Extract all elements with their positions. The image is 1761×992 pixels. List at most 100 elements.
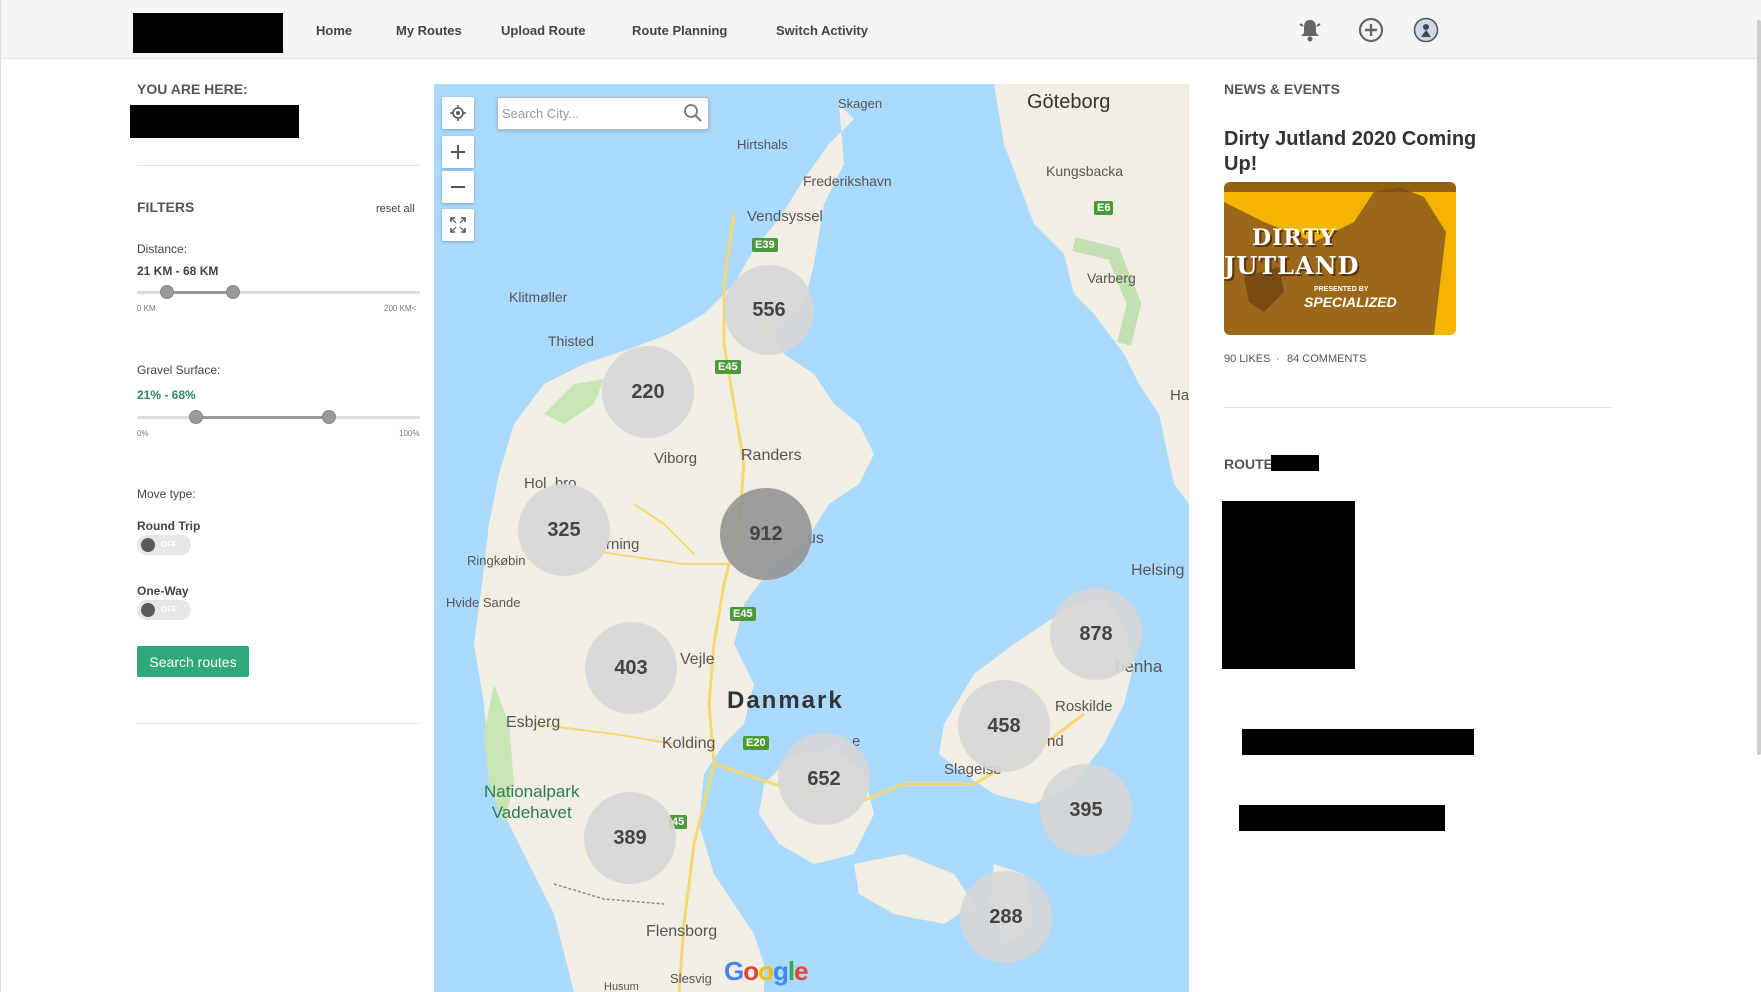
distance-label: Distance:	[137, 242, 188, 256]
place-label: Thisted	[548, 333, 594, 349]
place-label: nd	[1047, 733, 1064, 750]
round-trip-label: Round Trip	[137, 519, 201, 533]
image-text: DIRTY	[1252, 225, 1337, 251]
filters-title: FILTERS	[137, 199, 195, 215]
minus-icon	[451, 186, 465, 188]
fullscreen-button[interactable]	[442, 209, 474, 241]
image-text: JUTLAND	[1224, 251, 1360, 280]
route-title-redacted[interactable]	[1239, 805, 1445, 831]
you-are-here-label: YOU ARE HERE:	[137, 81, 248, 97]
route-cluster[interactable]: 325	[518, 484, 610, 576]
route-cluster[interactable]: 652	[778, 733, 870, 825]
comments-count[interactable]: 84 COMMENTS	[1287, 353, 1366, 365]
route-cluster[interactable]: 878	[1050, 588, 1142, 680]
route-cluster[interactable]: 556	[724, 265, 814, 355]
city-search-input[interactable]	[500, 100, 670, 127]
meta-separator: ·	[1276, 353, 1280, 365]
divider	[1224, 407, 1611, 408]
place-label: Göteborg	[1027, 91, 1111, 113]
place-label: Kolding	[662, 735, 716, 752]
page-scrollbar[interactable]	[1757, 20, 1761, 755]
distance-slider-max-handle[interactable]	[226, 285, 241, 299]
one-way-toggle-state: OFF	[161, 605, 177, 614]
page: Home My Routes Upload Route Route Planni…	[0, 0, 1761, 992]
gravel-slider-min-handle[interactable]	[189, 410, 204, 424]
road-shield: E39	[752, 238, 778, 252]
place-label: Ha	[1170, 387, 1189, 404]
route-title-redacted[interactable]	[1242, 729, 1474, 755]
place-label: Klitmøller	[509, 289, 568, 305]
route-thumbnail-redacted[interactable]	[1222, 501, 1355, 669]
expand-icon	[450, 217, 466, 233]
place-label: rning	[606, 536, 640, 553]
place-label: Husum	[604, 981, 639, 992]
top-navbar: Home My Routes Upload Route Route Planni…	[1, 0, 1761, 59]
route-cluster[interactable]: 403	[585, 622, 677, 714]
zoom-out-button[interactable]	[442, 171, 474, 203]
crosshair-icon	[450, 105, 466, 121]
road-shield: E45	[730, 607, 756, 621]
route-cluster[interactable]: 288	[960, 871, 1052, 963]
road-shield: E6	[1094, 201, 1114, 215]
reset-all-link[interactable]: reset all	[376, 203, 415, 215]
place-label: Vejle	[680, 651, 715, 668]
gravel-label: Gravel Surface:	[137, 363, 221, 377]
toggle-knob	[141, 538, 155, 552]
gravel-min-tick: 0%	[137, 429, 149, 438]
avatar-icon[interactable]	[1412, 16, 1440, 44]
place-label: Esbjerg	[506, 714, 561, 731]
zoom-in-button[interactable]	[442, 136, 474, 168]
gravel-slider-fill	[196, 416, 330, 419]
search-icon[interactable]	[683, 103, 703, 128]
plus-icon	[451, 145, 465, 159]
place-label: Hvide Sande	[446, 595, 521, 610]
image-text: PRESENTED BY	[1314, 286, 1369, 293]
distance-max-tick: 200 KM<	[384, 304, 417, 313]
gravel-value: 21% - 68%	[137, 388, 196, 402]
place-label: Slesvig	[670, 971, 712, 986]
round-trip-toggle[interactable]: OFF	[137, 535, 191, 555]
google-attribution-logo: Google	[724, 956, 809, 986]
place-label: Roskilde	[1055, 698, 1113, 715]
place-label: Nationalpark Vadehavet	[484, 781, 579, 823]
distance-slider-fill	[166, 291, 234, 294]
nav-upload-route[interactable]: Upload Route	[501, 23, 586, 38]
bell-icon[interactable]	[1296, 16, 1324, 44]
route-cluster[interactable]: 395	[1040, 764, 1132, 856]
route-cluster[interactable]: 389	[584, 792, 676, 884]
route-map[interactable]: Göteborg Kungsbacka Varberg Skagen Hirts…	[434, 84, 1189, 992]
nav-switch-activity[interactable]: Switch Activity	[776, 23, 868, 38]
nav-home[interactable]: Home	[316, 23, 352, 38]
divider	[137, 723, 421, 724]
one-way-label: One-Way	[137, 584, 189, 598]
plus-circle-icon[interactable]	[1357, 16, 1385, 44]
place-label: Vendsyssel	[747, 208, 823, 225]
place-label: Viborg	[654, 450, 698, 467]
route-cluster[interactable]: 220	[602, 346, 694, 438]
road-shield: E20	[743, 736, 769, 750]
place-label: Varberg	[1087, 270, 1136, 286]
location-redacted	[130, 105, 299, 138]
logo-redacted[interactable]	[133, 13, 283, 53]
city-search-box	[497, 97, 709, 130]
likes-count[interactable]: 90 LIKES	[1224, 353, 1270, 365]
route-cluster[interactable]: 912	[720, 488, 812, 580]
image-text: SPECIALIZED	[1304, 294, 1397, 310]
place-label: Flensborg	[646, 923, 718, 940]
road-shield: E45	[715, 360, 741, 374]
park-name-line: Vadehavet	[491, 803, 572, 822]
nav-my-routes[interactable]: My Routes	[396, 23, 462, 38]
place-label: Helsing	[1131, 562, 1185, 579]
news-events-title: NEWS & EVENTS	[1224, 81, 1340, 97]
locate-me-button[interactable]	[442, 97, 474, 129]
route-cluster[interactable]: 458	[958, 680, 1050, 772]
one-way-toggle[interactable]: OFF	[137, 600, 191, 620]
routes-title: ROUTE	[1224, 456, 1273, 472]
country-label: Danmark	[727, 687, 844, 714]
search-routes-button[interactable]: Search routes	[137, 646, 249, 677]
distance-slider-min-handle[interactable]	[159, 285, 174, 299]
nav-route-planning[interactable]: Route Planning	[632, 23, 727, 38]
article-image[interactable]: DIRTY JUTLAND PRESENTED BY SPECIALIZED	[1224, 182, 1456, 335]
gravel-slider-max-handle[interactable]	[322, 410, 337, 424]
article-title[interactable]: Dirty Jutland 2020 Coming Up!	[1224, 127, 1484, 177]
